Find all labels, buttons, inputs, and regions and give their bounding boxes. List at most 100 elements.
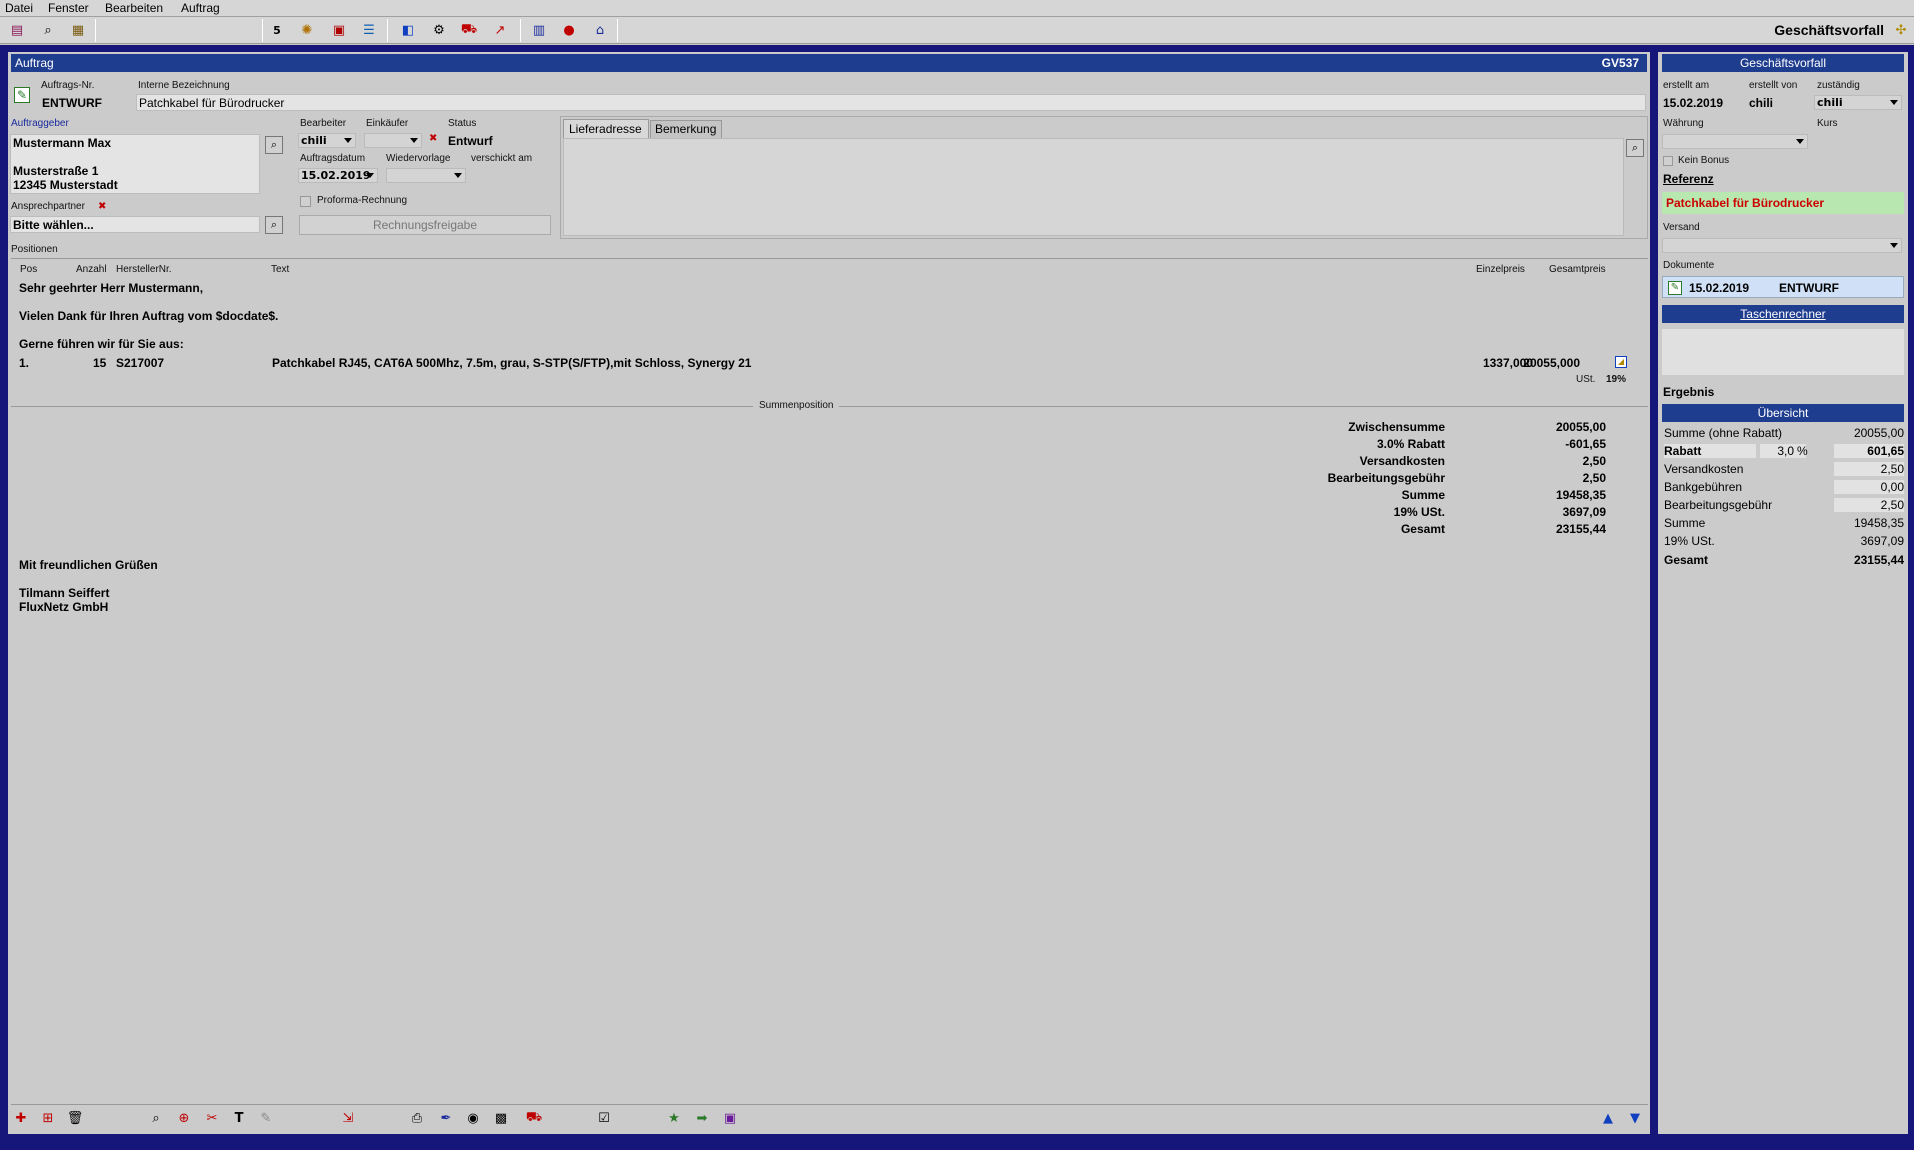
tab-content-area[interactable]: [563, 138, 1624, 236]
gear-icon[interactable]: ⚙: [428, 20, 450, 41]
document-status: ENTWURF: [1779, 281, 1839, 295]
note-icon[interactable]: ◧: [397, 20, 419, 41]
ov-summe-ohne-rabatt-label: Summe (ohne Rabatt): [1664, 426, 1783, 440]
client-name: Mustermann Max: [13, 136, 112, 150]
contacts-icon[interactable]: ▥: [528, 20, 550, 41]
kein-bonus-label: Kein Bonus: [1678, 155, 1730, 166]
add-sub-icon[interactable]: ⊞: [38, 1108, 58, 1128]
calculator-area[interactable]: [1662, 329, 1904, 375]
cart-icon[interactable]: ⛟: [458, 20, 480, 41]
print-icon[interactable]: ⎙: [407, 1108, 427, 1128]
new-doc-icon[interactable]: ★: [664, 1108, 684, 1128]
verschickt-label: verschickt am: [471, 153, 533, 164]
move-down-icon[interactable]: ▼: [1625, 1108, 1645, 1128]
uebersicht-title: Übersicht: [1662, 404, 1904, 422]
add-icon[interactable]: ✚: [11, 1108, 31, 1128]
rechnungsfreigabe-button[interactable]: Rechnungsfreigabe: [299, 215, 551, 235]
menu-fenster[interactable]: Fenster: [48, 1, 89, 15]
find-icon[interactable]: ⌕: [146, 1108, 166, 1128]
insert-icon[interactable]: ⊕: [174, 1108, 194, 1128]
einkaeufer-clear-icon[interactable]: ✖: [429, 133, 437, 144]
bearbeiter-select[interactable]: chili: [298, 133, 356, 148]
calendar-icon[interactable]: 5: [266, 20, 288, 41]
delivery-search-icon[interactable]: ⌕: [1626, 139, 1644, 157]
tab-bemerkung[interactable]: Bemerkung: [650, 120, 722, 138]
contact-clear-icon[interactable]: ✖: [98, 201, 106, 212]
edit-check-icon[interactable]: ✎: [14, 87, 30, 103]
menu-auftrag[interactable]: Auftrag: [181, 1, 220, 15]
item-hersteller: S217007: [116, 356, 165, 370]
versand-select[interactable]: [1662, 238, 1902, 253]
import-icon[interactable]: ⇲: [338, 1108, 358, 1128]
ov-gesamt-label: Gesamt: [1664, 553, 1709, 567]
forward-icon[interactable]: ➡: [692, 1108, 712, 1128]
contact-search-icon[interactable]: ⌕: [265, 216, 283, 234]
item-note-icon[interactable]: ◢: [1615, 356, 1627, 368]
move-up-icon[interactable]: ▲: [1598, 1108, 1618, 1128]
list-icon[interactable]: ☰: [358, 20, 380, 41]
referenz-field[interactable]: Patchkabel für Bürodrucker: [1662, 192, 1904, 214]
col-pos: Pos: [20, 264, 38, 275]
kein-bonus-checkbox[interactable]: [1663, 156, 1673, 166]
globe-icon[interactable]: ◉: [463, 1108, 483, 1128]
pen-icon[interactable]: ✎: [256, 1108, 276, 1128]
home-icon[interactable]: ⌂: [589, 20, 611, 41]
internal-name-input[interactable]: Patchkabel für Bürodrucker: [136, 94, 1646, 111]
tab-container: Lieferadresse Bemerkung ⌕: [560, 116, 1648, 239]
sum-label-rabatt: 3.0% Rabatt: [1376, 437, 1445, 451]
book-icon[interactable]: ▤: [6, 20, 28, 41]
einkaeufer-select[interactable]: [364, 133, 422, 148]
sum-value-gesamt: 23155,44: [1555, 522, 1606, 536]
flag-icon[interactable]: ▩: [491, 1108, 511, 1128]
dokumente-label: Dokumente: [1663, 260, 1715, 271]
summenposition-label: Summenposition: [753, 400, 840, 411]
erstellt-am-label: erstellt am: [1663, 80, 1710, 91]
menu-bearbeiten[interactable]: Bearbeiten: [105, 1, 163, 15]
text-icon[interactable]: T: [229, 1108, 249, 1128]
einkaeufer-label: Einkäufer: [366, 118, 409, 129]
ov-summe-value: 19458,35: [1853, 516, 1904, 530]
document-row[interactable]: ✎ 15.02.2019 ENTWURF: [1662, 276, 1904, 298]
sums-block: Zwischensumme 20055,00 3.0% Rabatt -601,…: [1208, 420, 1628, 540]
menu-datei[interactable]: Datei: [5, 1, 33, 15]
col-einzelpreis: Einzelpreis: [1476, 264, 1525, 275]
sun-icon[interactable]: ✺: [296, 20, 318, 41]
ov-rabatt-value: 601,65: [1867, 444, 1904, 458]
calculator-icon[interactable]: ▦: [67, 20, 89, 41]
internal-name-value: Patchkabel für Bürodrucker: [139, 96, 285, 110]
zustaendig-select[interactable]: chili: [1814, 95, 1902, 110]
edit-pen-icon[interactable]: ✒: [436, 1108, 456, 1128]
trash-icon[interactable]: 🗑: [65, 1108, 85, 1128]
table-row[interactable]: 1. 15 S217007 Patchkabel RJ45, CAT6A 500…: [8, 352, 1648, 392]
referenz-value: Patchkabel für Bürodrucker: [1666, 196, 1825, 210]
taschenrechner-button[interactable]: Taschenrechner: [1662, 305, 1904, 323]
document-red-icon[interactable]: ▣: [328, 20, 350, 41]
bearbeiter-label: Bearbeiter: [300, 118, 347, 129]
search-icon[interactable]: ⌕: [37, 20, 59, 41]
order-title: Auftrag: [15, 56, 54, 70]
tab-lieferadresse[interactable]: Lieferadresse: [563, 119, 649, 138]
pin-icon[interactable]: ✣: [1890, 20, 1912, 41]
menu-bar: Datei Fenster Bearbeiten Auftrag: [0, 0, 1914, 17]
ov-versandkosten: Versandkosten 2,50: [1664, 462, 1904, 477]
check-icon[interactable]: ☑: [594, 1108, 614, 1128]
proforma-checkbox[interactable]: [300, 196, 311, 207]
internal-label: Interne Bezeichnung: [138, 80, 230, 91]
client-address-box[interactable]: Mustermann Max Musterstraße 1 12345 Must…: [10, 134, 260, 194]
ov-bankgebuehren: Bankgebühren 0,00: [1664, 480, 1904, 495]
waehrung-select[interactable]: [1662, 134, 1808, 149]
order-panel: Auftrag GV537 ✎ Auftrags-Nr. ENTWURF Int…: [8, 52, 1650, 1134]
auftragsdatum-select[interactable]: 15.02.2019: [298, 168, 378, 183]
chat-icon[interactable]: ●: [558, 20, 580, 41]
item-anzahl: 15: [93, 356, 107, 370]
basket-icon[interactable]: ⛟: [524, 1108, 544, 1128]
chart-icon[interactable]: ↗: [489, 20, 511, 41]
sum-value-bearbeitung: 2,50: [1582, 471, 1606, 485]
contact-select[interactable]: Bitte wählen...: [10, 216, 260, 233]
auftragsdatum-value: 15.02.2019: [301, 169, 371, 182]
tools-icon[interactable]: ✂: [202, 1108, 222, 1128]
ov-versandkosten-value: 2,50: [1880, 462, 1904, 476]
save-icon[interactable]: ▣: [720, 1108, 740, 1128]
wiedervorlage-select[interactable]: [386, 168, 466, 183]
client-search-icon[interactable]: ⌕: [265, 136, 283, 154]
